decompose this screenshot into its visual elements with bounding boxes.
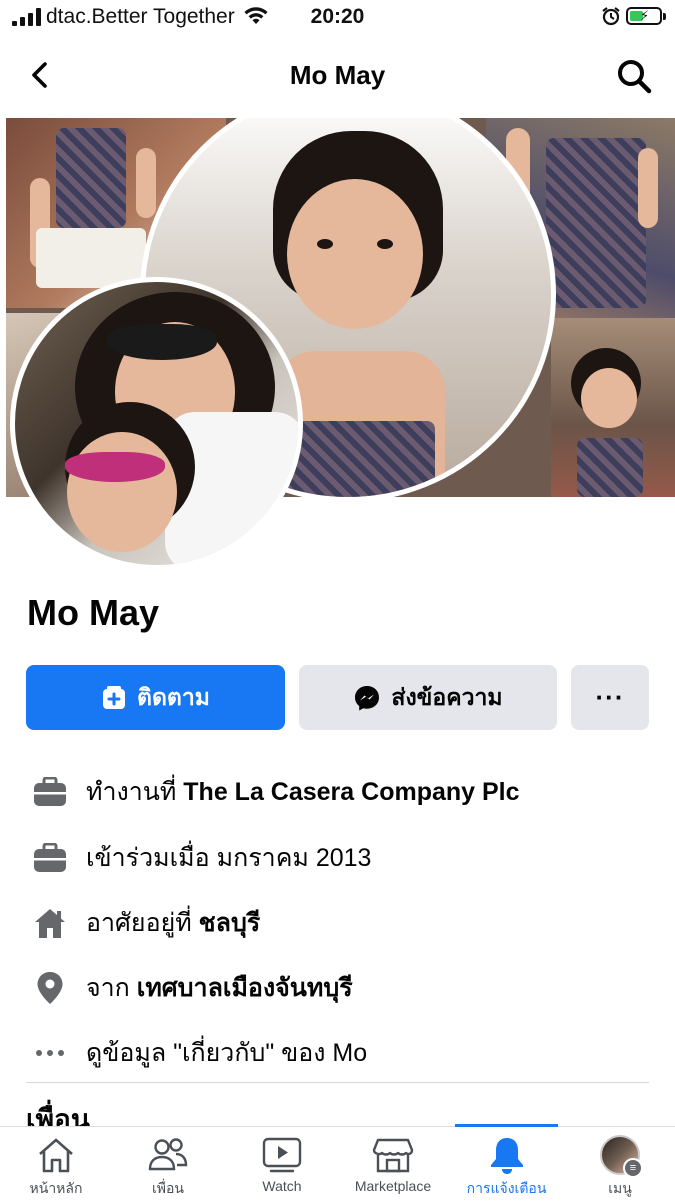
- message-button-label: ส่งข้อความ: [391, 683, 503, 710]
- marketplace-icon: [372, 1135, 414, 1175]
- tab-marketplace[interactable]: Marketplace: [343, 1127, 443, 1201]
- home-icon: [36, 1135, 76, 1175]
- friends-icon: [147, 1135, 189, 1175]
- messenger-icon: [355, 685, 380, 710]
- status-bar: dtac.Better Together 20:20 ⚡: [0, 0, 675, 36]
- about-link-row[interactable]: ดูข้อมูล "เกี่ยวกับ" ของ Mo: [30, 1031, 650, 1075]
- tab-menu-label: เมนู: [608, 1180, 632, 1196]
- lives-prefix: อาศัยอยู่ที่: [86, 909, 199, 937]
- work-prefix: ทำงานที่: [86, 778, 184, 806]
- location-pin-icon: [30, 968, 70, 1008]
- more-options-icon: ···: [595, 682, 625, 712]
- tab-menu[interactable]: ≡ เมนู: [582, 1127, 658, 1201]
- tab-notifications-label: การแจ้งเตือน: [466, 1180, 547, 1196]
- briefcase-icon: [30, 772, 70, 812]
- lives-value[interactable]: ชลบุรี: [199, 909, 261, 937]
- tab-friends[interactable]: เพื่อน: [130, 1127, 206, 1201]
- menu-tab-icon: ≡: [600, 1135, 643, 1178]
- about-link[interactable]: ดูข้อมูล "เกี่ยวกับ" ของ Mo: [86, 1033, 367, 1073]
- header: Mo May: [0, 38, 675, 114]
- cover-photo-tile: [551, 318, 675, 497]
- tab-notifications[interactable]: การแจ้งเตือน: [455, 1127, 558, 1201]
- alarm-clock-icon: [602, 7, 620, 26]
- follow-icon: [103, 685, 126, 709]
- info-row-work: ทำงานที่ The La Casera Company Plc: [30, 770, 650, 814]
- home-icon: [30, 903, 70, 943]
- follow-button[interactable]: ติดตาม: [26, 665, 285, 730]
- section-divider: [26, 1082, 649, 1083]
- search-icon[interactable]: [614, 56, 654, 96]
- friends-heading: เพื่อน: [26, 1104, 90, 1126]
- message-button[interactable]: ส่งข้อความ: [299, 665, 557, 730]
- profile-name: Mo May: [27, 592, 160, 633]
- more-dots-icon: [30, 1033, 70, 1073]
- bottom-tab-bar: หน้าหลัก เพื่อน Watch Marketplace การแจ้…: [0, 1124, 675, 1201]
- menu-avatar: ≡: [600, 1135, 643, 1178]
- info-row-from: จาก เทศบาลเมืองจันทบุรี: [30, 966, 650, 1010]
- joined-value: มกราคม 2013: [216, 844, 372, 872]
- tab-home-label: หน้าหลัก: [29, 1180, 83, 1196]
- status-time: 20:20: [310, 5, 365, 28]
- from-prefix: จาก: [86, 974, 137, 1002]
- tab-home[interactable]: หน้าหลัก: [18, 1127, 94, 1201]
- hamburger-icon: ≡: [623, 1158, 643, 1178]
- battery-icon: ⚡: [626, 7, 666, 25]
- follow-button-label: ติดตาม: [137, 683, 210, 710]
- tab-marketplace-label: Marketplace: [354, 1178, 432, 1194]
- bell-icon: [488, 1135, 526, 1175]
- tab-friends-label: เพื่อน: [152, 1180, 184, 1196]
- work-value[interactable]: The La Casera Company Plc: [183, 778, 519, 806]
- briefcase-icon: [30, 838, 70, 878]
- tab-watch[interactable]: Watch: [244, 1127, 320, 1201]
- watch-icon: [261, 1135, 303, 1175]
- info-row-lives: อาศัยอยู่ที่ ชลบุรี: [30, 901, 650, 945]
- profile-picture[interactable]: [10, 277, 303, 570]
- more-options-button[interactable]: ···: [571, 665, 649, 730]
- joined-prefix: เข้าร่วมเมื่อ: [86, 844, 217, 872]
- page-title: Mo May: [289, 60, 386, 90]
- from-value[interactable]: เทศบาลเมืองจันทบุรี: [137, 974, 353, 1002]
- tab-watch-label: Watch: [262, 1178, 302, 1194]
- info-row-joined: เข้าร่วมเมื่อ มกราคม 2013: [30, 836, 650, 880]
